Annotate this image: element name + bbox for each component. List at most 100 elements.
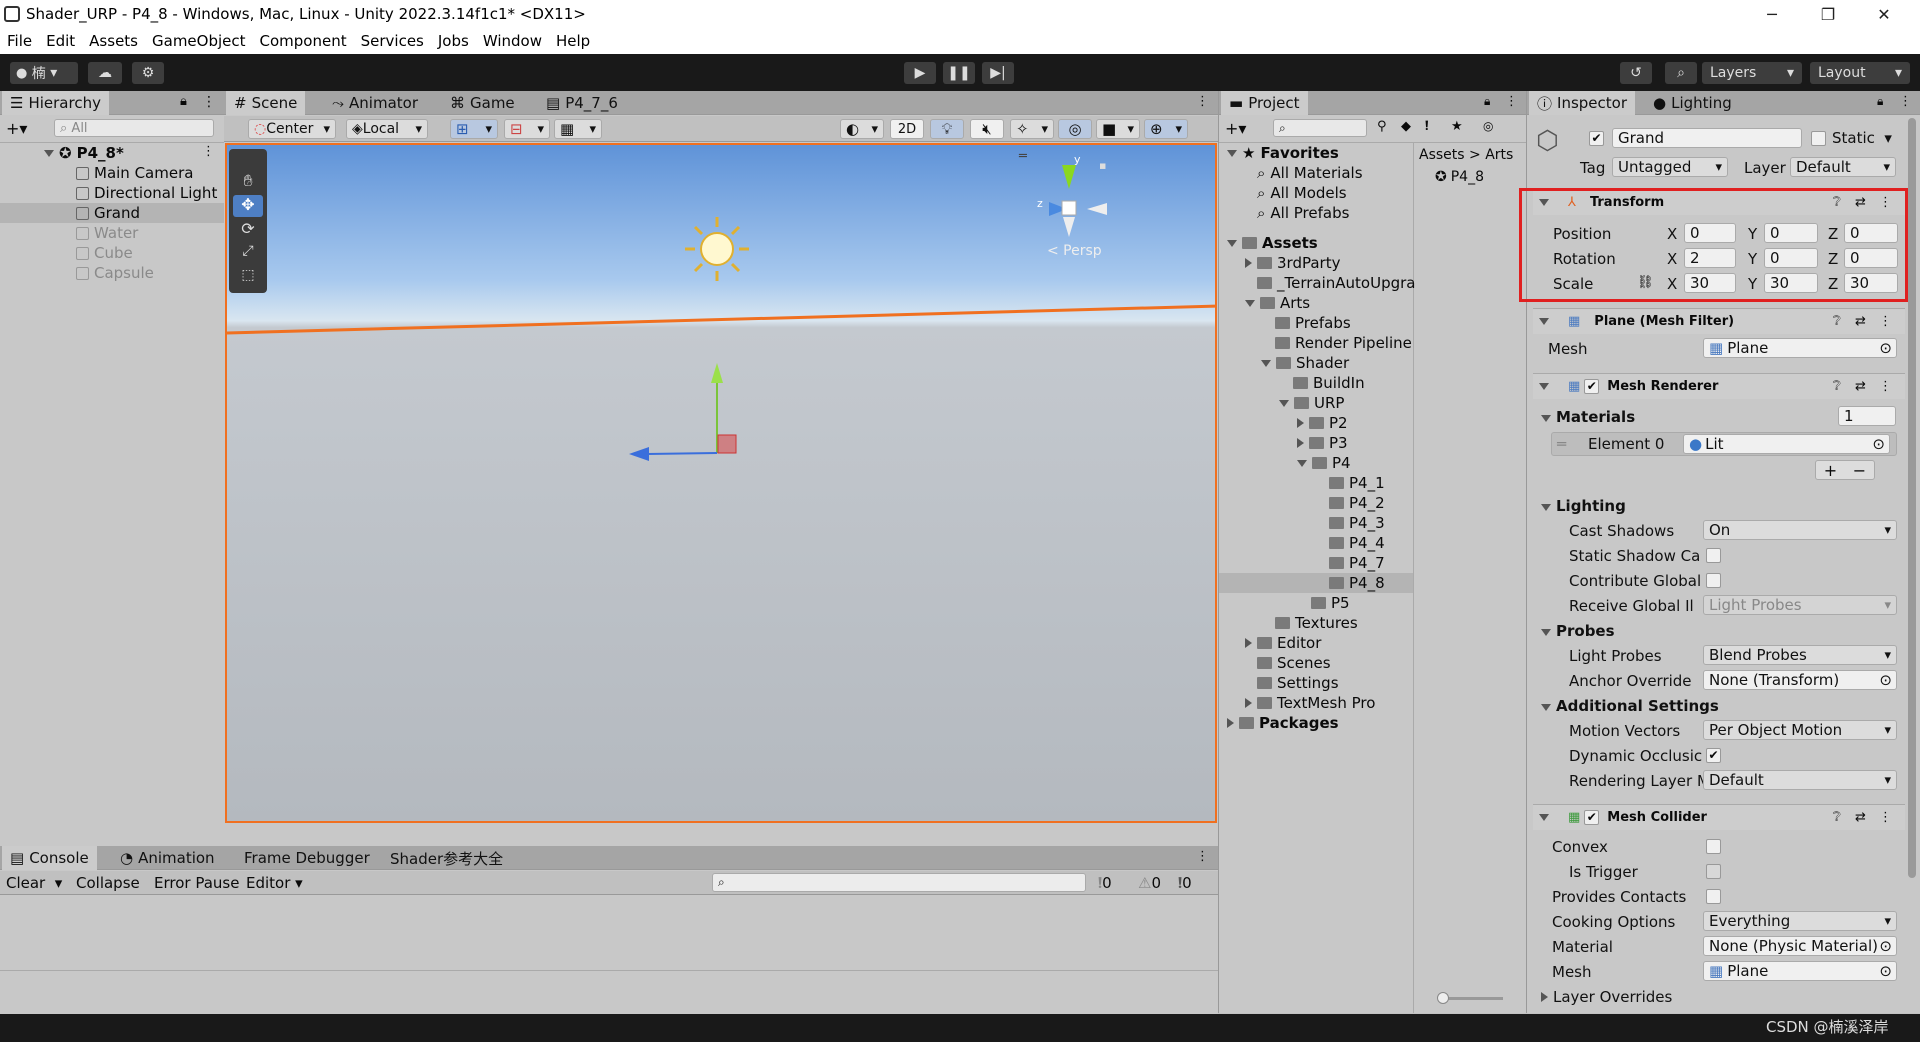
mesh-filter-header[interactable]: ▦ Plane (Mesh Filter) ❔︎ ⇄ ⋮ [1533,308,1905,334]
list-item[interactable]: Main Camera [76,163,193,183]
position-z-field[interactable]: 0 [1844,223,1898,243]
maximize-button[interactable]: ❐ [1800,0,1856,28]
position-x-field[interactable]: 0 [1684,223,1736,243]
position-y-field[interactable]: 0 [1764,223,1818,243]
effects-dropdown[interactable]: ✧ [1010,119,1054,139]
hidden-objects-toggle[interactable]: ◎ [1058,119,1092,139]
tree-item[interactable]: _TerrainAutoUpgra [1257,273,1416,293]
grid-visibility-button[interactable]: ▦ [554,119,602,139]
lighting-toggle[interactable]: 💡︎ [930,119,964,139]
tab-frame-debugger[interactable]: Frame Debugger [236,846,378,870]
tree-item[interactable]: P2 [1297,413,1348,433]
pivot-dropdown[interactable]: ◌ Center [248,119,336,139]
tree-item[interactable]: BuildIn [1293,373,1365,393]
preset-icon[interactable]: ⇄ [1855,379,1866,394]
menu-help[interactable]: Help [549,32,597,50]
scale-z-field[interactable]: 30 [1844,273,1898,293]
tab-animation[interactable]: ◔ Animation [112,846,223,870]
convex-checkbox[interactable] [1706,839,1721,854]
contribute-gi-checkbox[interactable] [1706,573,1721,588]
tree-item[interactable]: URP [1279,393,1344,413]
mesh-renderer-enabled-checkbox[interactable]: ✔ [1584,379,1600,394]
persp-label[interactable]: < Persp [1047,243,1102,259]
tree-item[interactable]: Assets [1227,233,1318,253]
light-probes-dropdown[interactable]: Blend Probes [1703,645,1897,665]
tree-item-selected[interactable]: P4_8 [1219,573,1413,593]
materials-foldout[interactable]: Materials [1541,408,1635,426]
tree-item[interactable]: P4_2 [1329,493,1385,513]
object-name-field[interactable]: Grand [1612,128,1802,148]
tree-item[interactable]: Editor [1245,633,1321,653]
scale-y-field[interactable]: 30 [1764,273,1818,293]
mesh-collider-header[interactable]: ▦ ✔ Mesh Collider ❔︎ ⇄ ⋮ [1533,804,1905,830]
clear-button[interactable]: Clear ▾ [6,873,62,893]
list-item[interactable]: Directional Light [76,183,217,203]
error-count[interactable]: ❗︎ 0 [1178,873,1192,893]
scene-more-icon[interactable]: ⋮ [202,144,215,159]
lock-icon[interactable]: 🔒︎ [1877,94,1883,109]
more-icon[interactable]: ⋮ [1196,94,1209,109]
rotation-z-field[interactable]: 0 [1844,248,1898,268]
more-icon[interactable]: ⋮ [1899,94,1912,109]
breadcrumb-assets[interactable]: Assets [1419,147,1465,163]
list-item-selected[interactable]: Grand [0,203,224,223]
tree-item[interactable]: Textures [1275,613,1358,633]
collab-button[interactable]: ⚙ [132,62,164,84]
layer-overrides-foldout[interactable]: Layer Overrides [1541,988,1672,1006]
tree-item[interactable]: P4 [1297,453,1351,473]
draw-mode-button[interactable]: ◐ [840,119,884,139]
object-picker-icon[interactable]: ⊙ [1879,937,1892,955]
tree-item[interactable]: 3rdParty [1245,253,1340,273]
grid-snap-button[interactable]: ⊞ [450,119,498,139]
object-picker-icon[interactable]: ⊙ [1879,962,1892,980]
minimize-button[interactable]: ─ [1744,0,1800,28]
mesh-field[interactable]: ▦ Plane ⊙ [1703,338,1897,358]
console-search-input[interactable]: ⌕ [712,873,1086,892]
tree-item[interactable]: Render Pipeline [1275,333,1412,353]
rotation-y-field[interactable]: 0 [1764,248,1818,268]
collider-material-field[interactable]: None (Physic Material) ⊙ [1703,936,1897,956]
menu-gameobject[interactable]: GameObject [145,32,253,50]
pause-button[interactable]: ❚❚ [943,62,975,84]
add-button[interactable]: +▾ [1225,119,1246,138]
list-item[interactable]: Cube [76,243,133,263]
asset-item[interactable]: ✪ P4_8 [1435,167,1484,187]
collapse-button[interactable]: Collapse [76,873,140,893]
plus-icon[interactable]: + [1824,461,1837,480]
play-button[interactable]: ▶ [904,62,936,84]
list-item[interactable]: ⌕ All Prefabs [1257,203,1349,223]
tab-scene[interactable]: # Scene [226,91,306,115]
move-tool-icon[interactable]: ✥ [233,195,263,217]
breadcrumb-arts[interactable]: Arts [1485,147,1513,163]
probes-foldout[interactable]: Probes [1541,622,1615,640]
favorites-header[interactable]: ★ Favorites [1227,143,1339,163]
project-search-input[interactable]: ⌕ [1273,119,1367,137]
materials-count-field[interactable]: 1 [1838,406,1896,426]
preset-icon[interactable]: ⇄ [1855,314,1866,329]
rotate-tool-icon[interactable]: ⟳ [233,219,263,241]
tab-console[interactable]: ▤ Console [2,846,97,870]
help-icon[interactable]: ❔︎ [1833,314,1841,329]
menu-assets[interactable]: Assets [82,32,145,50]
error-pause-button[interactable]: Error Pause [154,873,239,893]
mesh-collider-enabled-checkbox[interactable]: ✔ [1584,810,1600,825]
warning-filter-icon[interactable]: ❗︎ [1425,119,1429,134]
tab-p4-7-6[interactable]: ▤ P4_7_6 [538,91,626,115]
minus-icon[interactable]: − [1853,461,1866,480]
editor-dropdown[interactable]: Editor ▾ [246,873,303,893]
static-checkbox[interactable] [1811,131,1826,146]
tree-item[interactable]: P4_3 [1329,513,1385,533]
more-icon[interactable]: ⋮ [1196,849,1209,864]
mesh-renderer-header[interactable]: ▦ ✔ Mesh Renderer ❔︎ ⇄ ⋮ [1533,373,1905,399]
additional-settings-foldout[interactable]: Additional Settings [1541,697,1719,715]
tree-item[interactable]: Prefabs [1275,313,1351,333]
tag-dropdown[interactable]: Untagged [1612,157,1728,177]
collider-mesh-field[interactable]: ▦ Plane ⊙ [1703,961,1897,981]
rect-tool-icon[interactable]: ⬚ [233,267,263,289]
menu-jobs[interactable]: Jobs [431,32,476,50]
rotation-x-field[interactable]: 2 [1684,248,1736,268]
component-menu-icon[interactable]: ⋮ [1879,379,1892,394]
cooking-options-dropdown[interactable]: Everything [1703,911,1897,931]
step-button[interactable]: ▶| [982,62,1014,84]
space-dropdown[interactable]: ◈ Local [346,119,428,139]
